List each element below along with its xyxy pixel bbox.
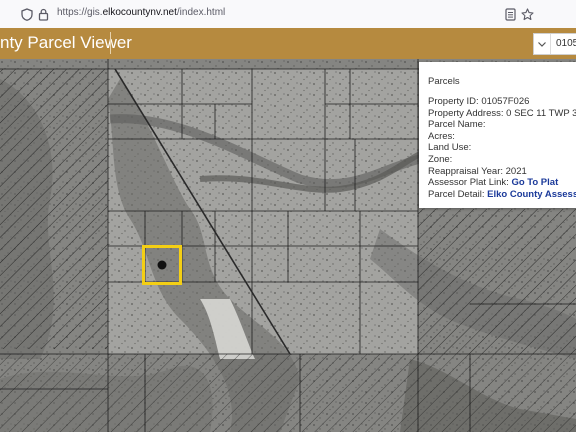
property-address-row: Property Address: 0 SEC 11 TWP 38N xyxy=(428,108,576,120)
url-host: elkocountynv.net xyxy=(102,7,177,18)
property-id-row: Property ID: 01057F026 xyxy=(428,96,576,108)
search-input-value[interactable]: 01057 xyxy=(556,38,576,49)
reappraisal-year: 2021 xyxy=(505,165,527,177)
shield-icon[interactable] xyxy=(19,6,35,22)
zone-row: Zone: xyxy=(428,154,576,166)
parcel-name-row: Parcel Name: xyxy=(428,119,576,131)
reader-view-icon[interactable] xyxy=(502,6,518,22)
zone-label: Zone: xyxy=(428,153,453,165)
address-bar[interactable]: https://gis.elkocountynv.net/index.html xyxy=(57,7,225,18)
parcel-detail-label: Parcel Detail: xyxy=(428,188,485,200)
parcel-popup: Parcels Property ID: 01057F026 Property … xyxy=(419,62,576,208)
url-prefix: https://gis. xyxy=(57,7,103,18)
plat-link-label: Assessor Plat Link: xyxy=(428,177,509,189)
popup-title: Parcels xyxy=(428,76,460,87)
url-path: /index.html xyxy=(176,7,226,18)
property-address-value: 0 SEC 11 TWP 38N xyxy=(506,107,576,119)
acres-row: Acres: xyxy=(428,131,576,143)
property-address-label: Property Address: xyxy=(428,107,504,119)
land-use-label: Land Use: xyxy=(428,142,472,154)
app-header: nty Parcel Viewer 01057 xyxy=(0,28,576,59)
parcel-search-box[interactable]: 01057 xyxy=(533,33,576,55)
parcel-detail-row: Parcel Detail: Elko County Assessor In xyxy=(428,189,576,201)
assessor-detail-link[interactable]: Elko County Assessor In xyxy=(487,189,576,200)
property-id-value: 01057F026 xyxy=(481,96,530,107)
bookmark-star-icon[interactable] xyxy=(519,6,535,22)
popup-fields: Property ID: 01057F026 Property Address:… xyxy=(428,96,576,200)
browser-toolbar: https://gis.elkocountynv.net/index.html xyxy=(0,0,576,29)
reappraisal-row: Reappraisal Year: 2021 xyxy=(428,166,576,178)
land-use-row: Land Use: xyxy=(428,142,576,154)
chevron-down-icon[interactable] xyxy=(534,34,551,54)
app-title: nty Parcel Viewer xyxy=(0,33,132,52)
header-divider xyxy=(110,32,111,54)
go-to-plat-link[interactable]: Go To Plat xyxy=(511,177,558,188)
reappraisal-label: Reappraisal Year: xyxy=(428,165,503,177)
property-id-label: Property ID: xyxy=(428,96,479,107)
plat-link-row: Assessor Plat Link: Go To Plat xyxy=(428,177,576,189)
parcel-marker-icon[interactable] xyxy=(157,260,167,270)
lock-icon[interactable] xyxy=(35,6,51,22)
parcel-name-label: Parcel Name: xyxy=(428,119,486,131)
acres-label: Acres: xyxy=(428,130,455,142)
